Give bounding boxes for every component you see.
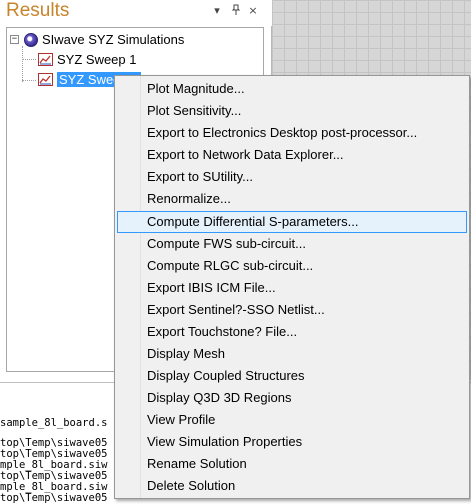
menu-item-compute-rlgc-sub-circuit[interactable]: Compute RLGC sub-circuit... (117, 255, 467, 277)
tree-item-label: SYZ Sweep 1 (57, 52, 137, 67)
menu-item-display-coupled-structures[interactable]: Display Coupled Structures (117, 365, 467, 387)
tree-connector (22, 59, 36, 60)
close-icon[interactable]: × (246, 4, 260, 18)
menu-item-delete-solution[interactable]: Delete Solution (117, 475, 467, 497)
menu-item-view-profile[interactable]: View Profile (117, 409, 467, 431)
menu-item-plot-sensitivity[interactable]: Plot Sensitivity... (117, 100, 467, 122)
menu-item-compute-fws-sub-circuit[interactable]: Compute FWS sub-circuit... (117, 233, 467, 255)
menu-item-display-q3d-3d-regions[interactable]: Display Q3D 3D Regions (117, 387, 467, 409)
tree-root-label: SIwave SYZ Simulations (42, 32, 185, 47)
menu-item-export-touchstone-file[interactable]: Export Touchstone? File... (117, 321, 467, 343)
panel-title: Results (6, 0, 70, 21)
menu-item-plot-magnitude[interactable]: Plot Magnitude... (117, 78, 467, 100)
output-line: sample_8l_board.s (0, 417, 108, 429)
tree-connector (22, 80, 36, 81)
output-line: top\Temp\siwave05 (0, 492, 108, 504)
tree-item-syz-sweep-1[interactable]: SYZ Sweep 1 (57, 51, 137, 69)
menu-item-renormalize[interactable]: Renormalize... (117, 188, 467, 210)
menu-item-export-sutility[interactable]: Export to SUtility... (117, 166, 467, 188)
menu-item-export-sentinel-sso-netlist[interactable]: Export Sentinel?-SSO Netlist... (117, 299, 467, 321)
tree-collapse-toggle[interactable]: − (10, 35, 19, 44)
menu-item-export-electronics-desktop[interactable]: Export to Electronics Desktop post-proce… (117, 122, 467, 144)
pin-icon[interactable] (229, 4, 243, 18)
tree-connector (22, 46, 23, 82)
sweep-plot-icon (38, 73, 53, 86)
results-panel-header: Results ▾ × (0, 0, 272, 26)
siwave-icon (24, 33, 38, 47)
sweep-plot-icon (38, 53, 53, 66)
menu-item-export-ibis-icm-file[interactable]: Export IBIS ICM File... (117, 277, 467, 299)
menu-item-view-simulation-properties[interactable]: View Simulation Properties (117, 431, 467, 453)
panel-menu-dropdown-icon[interactable]: ▾ (210, 4, 224, 18)
menu-item-display-mesh[interactable]: Display Mesh (117, 343, 467, 365)
tree-root-siwave-syz-simulations[interactable]: SIwave SYZ Simulations (42, 31, 184, 49)
context-menu: Plot Magnitude... Plot Sensitivity... Ex… (114, 75, 470, 499)
menu-item-compute-differential-s-parameters[interactable]: Compute Differential S-parameters... (117, 211, 467, 233)
menu-item-export-network-data-explorer[interactable]: Export to Network Data Explorer... (117, 144, 467, 166)
menu-item-rename-solution[interactable]: Rename Solution (117, 453, 467, 475)
